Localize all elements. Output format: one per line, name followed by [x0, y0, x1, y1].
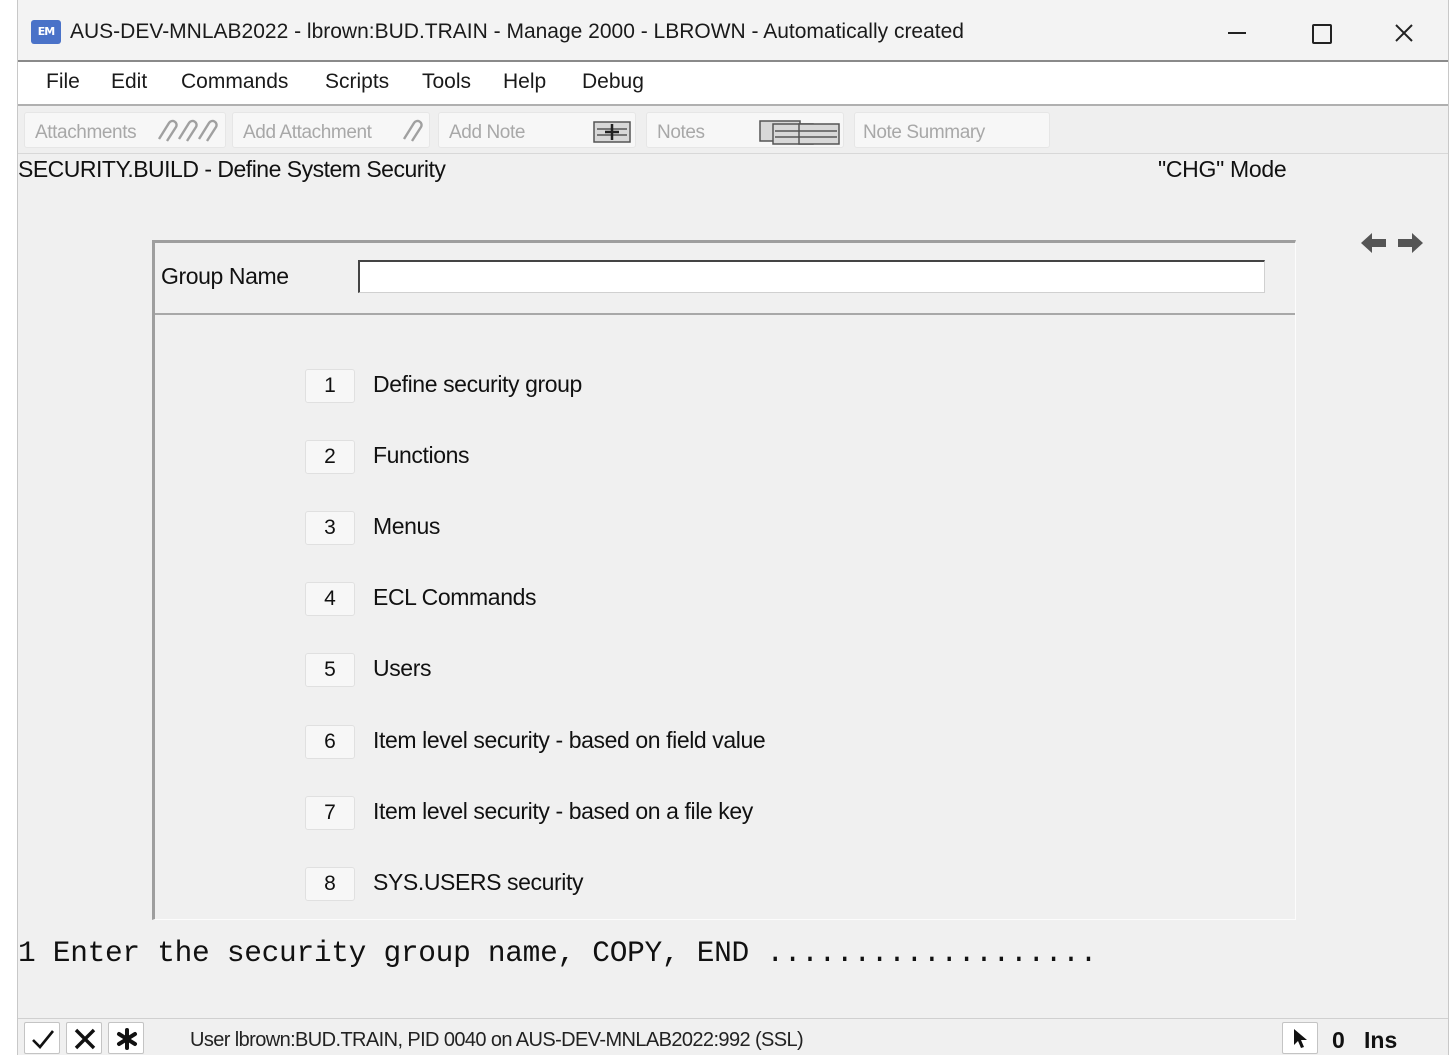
- paperclip-icon: [402, 119, 423, 142]
- mode-label: "CHG" Mode: [1158, 156, 1287, 182]
- asterisk-button[interactable]: [108, 1022, 144, 1054]
- attachments-button[interactable]: Attachments: [24, 112, 226, 148]
- option-number-button[interactable]: 6: [305, 725, 355, 759]
- window-title: AUS-DEV-MNLAB2022 - lbrown:BUD.TRAIN - M…: [70, 20, 964, 43]
- add-note-button[interactable]: Add Note: [438, 112, 636, 148]
- toolbar: Attachments Add Attachment Add Note Note…: [18, 108, 1448, 154]
- accept-button[interactable]: [24, 1022, 60, 1054]
- security-panel: Group Name 1 Define security group 2 Fun…: [152, 240, 1296, 920]
- group-name-row: Group Name: [155, 243, 1295, 315]
- option-number-button[interactable]: 1: [305, 369, 355, 403]
- option-number-button[interactable]: 4: [305, 582, 355, 616]
- command-prompt[interactable]: 1 Enter the security group name, COPY, E…: [18, 936, 1097, 970]
- maximize-button[interactable]: [1292, 12, 1348, 52]
- menu-commands[interactable]: Commands: [181, 70, 288, 94]
- app-icon: EM: [31, 20, 61, 44]
- add-note-label: Add Note: [449, 122, 526, 143]
- menu-debug[interactable]: Debug: [582, 70, 644, 94]
- menu-tools[interactable]: Tools: [422, 70, 471, 94]
- cross-icon: [74, 1028, 96, 1050]
- paperclip-icon: [157, 119, 218, 142]
- option-label: Item level security - based on field val…: [373, 727, 766, 753]
- option-label: Define security group: [373, 371, 582, 397]
- count-indicator: 0: [1332, 1027, 1345, 1053]
- add-note-icon: [593, 121, 631, 143]
- option-label: ECL Commands: [373, 584, 537, 610]
- option-label: Functions: [373, 442, 470, 468]
- arrow-left-icon[interactable]: [1361, 233, 1386, 253]
- menu-help[interactable]: Help: [503, 70, 546, 94]
- group-name-input[interactable]: [358, 260, 1265, 293]
- arrow-right-icon[interactable]: [1398, 233, 1423, 253]
- option-label: SYS.USERS security: [373, 869, 584, 895]
- menu-edit[interactable]: Edit: [111, 70, 147, 94]
- minimize-button[interactable]: [1208, 12, 1264, 52]
- group-name-label: Group Name: [161, 263, 289, 289]
- title-bar[interactable]: EM AUS-DEV-MNLAB2022 - lbrown:BUD.TRAIN …: [18, 0, 1448, 62]
- close-icon: [1395, 24, 1413, 42]
- nav-arrows: [1358, 228, 1426, 258]
- option-number-button[interactable]: 8: [305, 867, 355, 901]
- option-number-button[interactable]: 5: [305, 653, 355, 687]
- attachments-label: Attachments: [35, 122, 137, 143]
- menu-scripts[interactable]: Scripts: [325, 70, 389, 94]
- checkmark-icon: [32, 1030, 55, 1049]
- notes-icon: [759, 120, 840, 145]
- option-label: Users: [373, 655, 432, 681]
- option-label: Item level security - based on a file ke…: [373, 798, 753, 824]
- close-button[interactable]: [1376, 12, 1432, 52]
- option-number-button[interactable]: 2: [305, 440, 355, 474]
- insert-mode-indicator: Ins: [1364, 1027, 1398, 1053]
- option-label: Menus: [373, 513, 441, 539]
- menu-file[interactable]: File: [46, 70, 80, 94]
- cancel-button[interactable]: [66, 1022, 102, 1054]
- cursor-arrow-icon: [1294, 1029, 1307, 1048]
- program-title: SECURITY.BUILD - Define System Security: [18, 156, 446, 182]
- pointer-button[interactable]: [1282, 1022, 1318, 1054]
- option-number-button[interactable]: 3: [305, 511, 355, 545]
- session-status-text: User lbrown:BUD.TRAIN, PID 0040 on AUS-D…: [190, 1029, 804, 1051]
- add-attachment-label: Add Attachment: [243, 122, 372, 143]
- menu-bar: File Edit Commands Scripts Tools Help De…: [18, 62, 1448, 106]
- notes-label: Notes: [657, 122, 705, 143]
- note-summary-button[interactable]: Note Summary: [854, 112, 1050, 148]
- asterisk-icon: [117, 1028, 137, 1050]
- status-bar: User lbrown:BUD.TRAIN, PID 0040 on AUS-D…: [18, 1018, 1448, 1055]
- note-summary-label: Note Summary: [863, 122, 985, 143]
- notes-button[interactable]: Notes: [646, 112, 844, 148]
- app-window: EM AUS-DEV-MNLAB2022 - lbrown:BUD.TRAIN …: [17, 0, 1449, 1055]
- add-attachment-button[interactable]: Add Attachment: [232, 112, 430, 148]
- option-number-button[interactable]: 7: [305, 796, 355, 830]
